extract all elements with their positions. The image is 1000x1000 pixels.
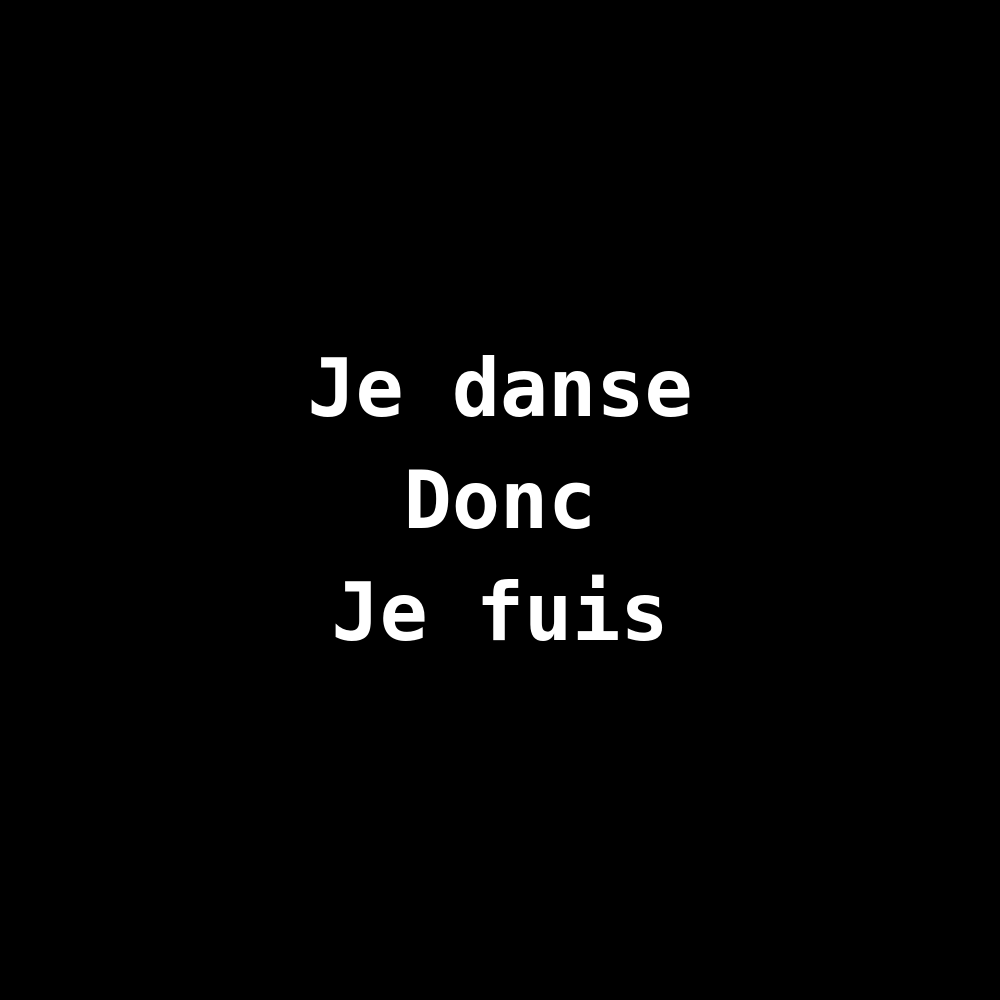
quote-block: Je danse Donc Je fuis (0, 333, 1000, 669)
text-card: Je danse Donc Je fuis (0, 0, 1000, 1000)
quote-line-2: Donc (403, 454, 597, 547)
quote-line-1: Je danse (307, 342, 693, 435)
quote-line-3: Je fuis (331, 566, 669, 659)
